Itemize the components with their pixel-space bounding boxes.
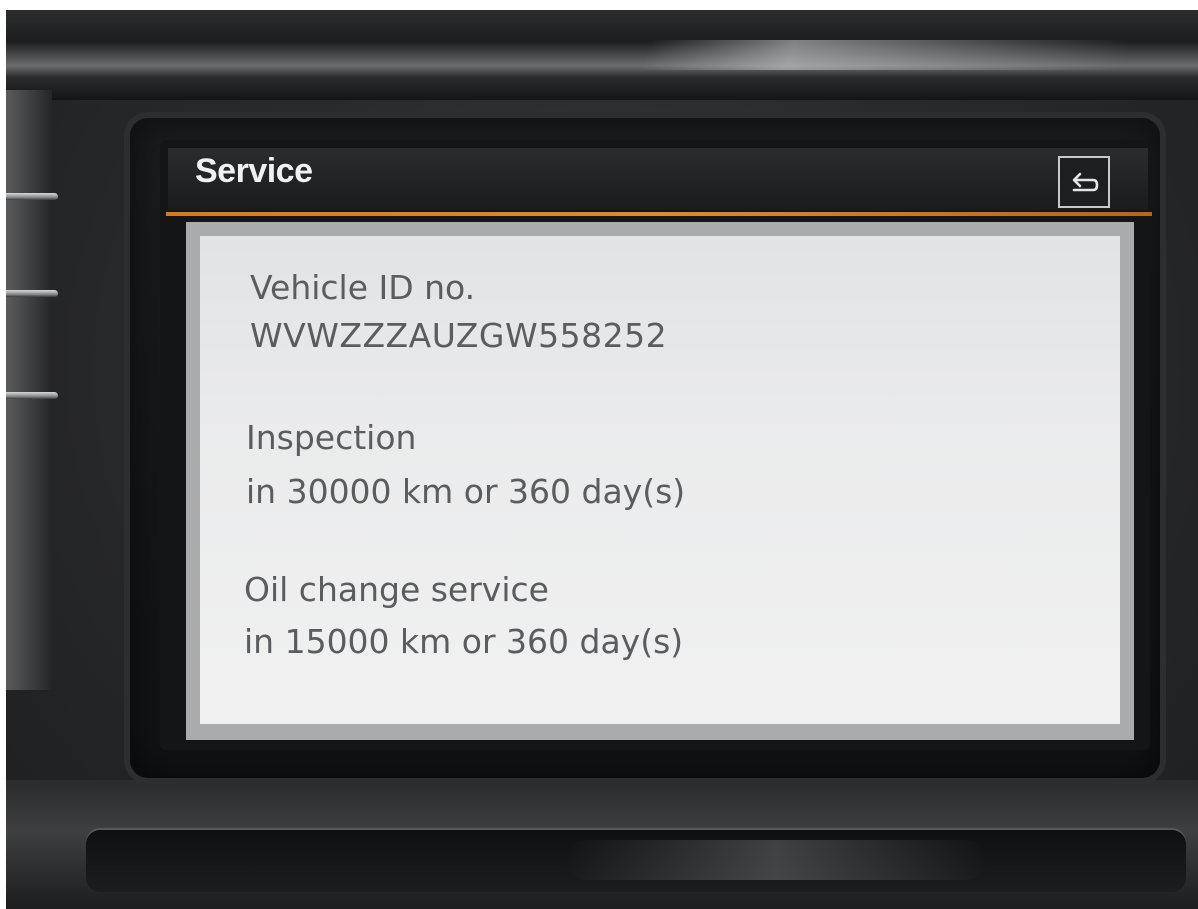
oil-change-label: Oil change service bbox=[244, 570, 549, 609]
dashboard-trim-top bbox=[6, 10, 1198, 100]
oil-change-value: in 15000 km or 360 day(s) bbox=[244, 622, 684, 661]
inspection-label: Inspection bbox=[246, 418, 417, 457]
back-arrow-icon bbox=[1072, 172, 1099, 192]
side-hard-button-2[interactable] bbox=[6, 290, 58, 297]
inspection-value: in 30000 km or 360 day(s) bbox=[246, 472, 686, 511]
page-title: Service bbox=[195, 152, 313, 190]
header-bar bbox=[168, 148, 1148, 210]
side-hard-button-3[interactable] bbox=[6, 392, 58, 399]
header-accent-line bbox=[166, 212, 1152, 216]
side-hard-button-1[interactable] bbox=[6, 193, 58, 200]
left-control-strip bbox=[6, 90, 52, 690]
vehicle-id-value: WVWZZZAUZGW558252 bbox=[250, 316, 668, 355]
back-button[interactable] bbox=[1058, 156, 1110, 208]
bottom-glare bbox=[566, 840, 986, 880]
vehicle-id-label: Vehicle ID no. bbox=[250, 268, 476, 307]
